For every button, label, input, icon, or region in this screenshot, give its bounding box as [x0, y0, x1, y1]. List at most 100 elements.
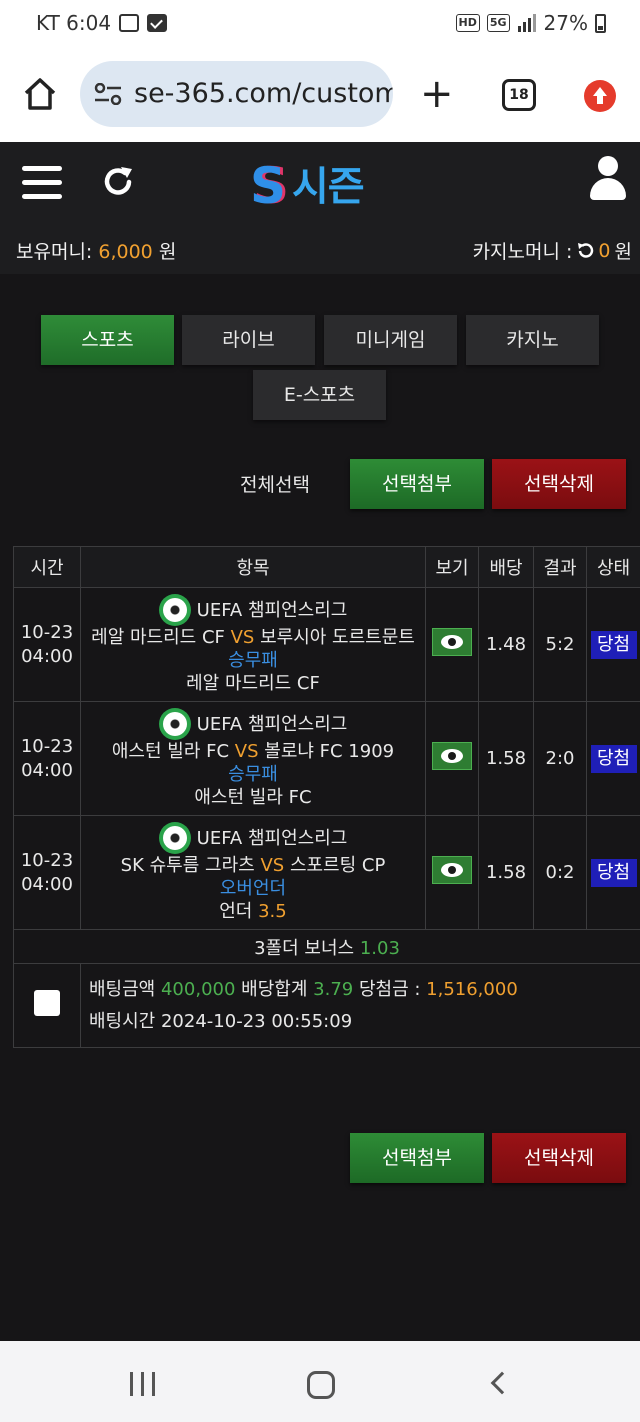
select-all-label[interactable]: 전체선택	[240, 470, 310, 497]
eye-icon[interactable]	[432, 742, 472, 770]
odds-total-value: 3.79	[313, 978, 354, 1000]
header-item: 항목	[80, 546, 426, 588]
tab-sports[interactable]: 스포츠	[41, 315, 174, 365]
amount-value: 400,000	[160, 978, 236, 1000]
money-label: 보유머니:	[16, 241, 93, 263]
match-odds: 1.58	[478, 815, 534, 930]
browser-toolbar: se-365.com/customer + 18	[0, 48, 640, 142]
battery-percent: 27%	[543, 11, 588, 35]
bet-pick: 레알 마드리드 CF	[186, 673, 320, 694]
match-item: UEFA 챔피언스리그 SK 슈투름 그라츠 VS 스포르팅 CP 오버언더 언…	[80, 815, 426, 930]
5g-icon: 5G	[486, 14, 510, 32]
table-row: 10-23 04:00 UEFA 챔피언스리그 SK 슈투름 그라츠 VS 스포…	[13, 815, 640, 930]
view-cell	[425, 815, 479, 930]
view-cell	[425, 587, 479, 702]
logo-text: 시즌	[292, 164, 365, 210]
match-teams: 애스턴 빌라 FC VS 볼로냐 FC 1909	[111, 741, 395, 762]
attach-selected-button-bottom[interactable]: 선택첨부	[350, 1133, 484, 1183]
battery-icon	[595, 13, 606, 33]
market-type: 승무패	[228, 764, 278, 785]
status-bar: KT 6:04 HD 5G 27%	[0, 0, 640, 48]
odds-total-label: 배당합계	[241, 978, 308, 1000]
match-teams: SK 슈투름 그라츠 VS 스포르팅 CP	[120, 855, 386, 876]
soccer-ball-icon	[158, 822, 191, 854]
bet-history-table: 시간 항목 보기 배당 결과 상태 10-23 04:00 UEFA 챔피언스리…	[13, 546, 640, 1048]
soccer-ball-icon	[158, 594, 191, 626]
match-result: 5:2	[533, 587, 587, 702]
soccer-ball-icon	[158, 708, 191, 740]
tab-count-button[interactable]: 18	[502, 79, 536, 111]
signal-icon	[517, 14, 536, 32]
attach-selected-button[interactable]: 선택첨부	[350, 459, 484, 509]
home-button-icon[interactable]	[307, 1371, 335, 1399]
bonus-label: 3폴더 보너스	[254, 937, 355, 959]
casino-refresh-icon[interactable]	[576, 242, 594, 260]
table-header-row: 시간 항목 보기 배당 결과 상태	[13, 546, 640, 588]
status-cell: 당첨	[586, 815, 640, 930]
menu-icon[interactable]	[22, 166, 62, 200]
tab-casino[interactable]: 카지노	[466, 315, 599, 365]
hd-icon: HD	[455, 14, 480, 32]
eye-icon[interactable]	[432, 856, 472, 884]
check-notification-icon	[147, 14, 168, 32]
status-cell: 당첨	[586, 587, 640, 702]
refresh-icon[interactable]	[100, 164, 136, 200]
tab-esports[interactable]: E-스포츠	[253, 370, 386, 420]
user-icon[interactable]	[588, 156, 628, 200]
match-odds: 1.48	[478, 587, 534, 702]
tab-minigame[interactable]: 미니게임	[324, 315, 457, 365]
logo-letter: S	[250, 157, 287, 215]
match-time: 10-23 04:00	[13, 701, 81, 816]
bonus-row: 3폴더 보너스 1.03	[13, 929, 640, 964]
checkbox-cell	[13, 963, 81, 1048]
match-time: 10-23 04:00	[13, 815, 81, 930]
casino-label: 카지노머니 :	[472, 241, 573, 263]
eye-icon[interactable]	[432, 628, 472, 656]
bet-pick: 언더 3.5	[219, 901, 287, 922]
new-tab-icon[interactable]: +	[420, 74, 454, 114]
casino-balance: 카지노머니 : 0 원	[473, 237, 632, 264]
header-view: 보기	[425, 546, 479, 588]
win-amount-label: 당첨금 :	[358, 978, 421, 1000]
gallery-notification-icon	[119, 14, 140, 32]
match-item: UEFA 챔피언스리그 레알 마드리드 CF VS 보루시아 도르트문트 승무패…	[80, 587, 426, 702]
status-badge: 당첨	[590, 630, 637, 659]
site-settings-icon[interactable]	[94, 83, 122, 105]
site-logo[interactable]: S 시즌	[250, 160, 402, 214]
bet-summary: 배팅금액 400,000 배당합계 3.79 당첨금 : 1,516,000 배…	[80, 963, 640, 1048]
status-cell: 당첨	[586, 701, 640, 816]
view-cell	[425, 701, 479, 816]
delete-selected-button[interactable]: 선택삭제	[492, 459, 626, 509]
money-value: 6,000	[98, 241, 153, 263]
update-icon[interactable]	[584, 80, 616, 112]
site-header: S 시즌 보유머니: 6,000 원 카지노머니 : 0 원	[0, 142, 640, 274]
league-name: UEFA 챔피언스리그	[196, 713, 348, 735]
header-result: 결과	[533, 546, 587, 588]
address-bar[interactable]: se-365.com/customer	[80, 61, 393, 127]
market-type: 승무패	[228, 650, 278, 671]
recent-apps-icon[interactable]	[130, 1372, 156, 1396]
header-time: 시간	[13, 546, 81, 588]
match-time: 10-23 04:00	[13, 587, 81, 702]
status-badge: 당첨	[590, 858, 637, 887]
match-result: 0:2	[533, 815, 587, 930]
bet-time-label: 배팅시간	[89, 1010, 156, 1032]
delete-selected-button-bottom[interactable]: 선택삭제	[492, 1133, 626, 1183]
bet-pick: 애스턴 빌라 FC	[194, 787, 312, 808]
casino-value: 0	[598, 239, 611, 262]
url-text: se-365.com/customer	[134, 78, 393, 109]
carrier-time: KT 6:04	[36, 11, 112, 35]
match-teams: 레알 마드리드 CF VS 보루시아 도르트문트	[91, 627, 415, 648]
money-balance: 보유머니: 6,000 원	[16, 237, 176, 264]
bet-time-value: 2024-10-23 00:55:09	[160, 1010, 353, 1032]
league-name: UEFA 챔피언스리그	[196, 827, 348, 849]
market-type: 오버언더	[219, 878, 287, 899]
amount-label: 배팅금액	[89, 978, 156, 1000]
home-icon[interactable]	[22, 76, 58, 112]
system-nav-bar	[0, 1341, 640, 1422]
bet-summary-row: 배팅금액 400,000 배당합계 3.79 당첨금 : 1,516,000 배…	[13, 963, 640, 1048]
table-row: 10-23 04:00 UEFA 챔피언스리그 애스턴 빌라 FC VS 볼로냐…	[13, 701, 640, 816]
bet-select-checkbox[interactable]	[34, 990, 60, 1016]
tab-live[interactable]: 라이브	[182, 315, 315, 365]
back-icon[interactable]	[490, 1371, 514, 1395]
